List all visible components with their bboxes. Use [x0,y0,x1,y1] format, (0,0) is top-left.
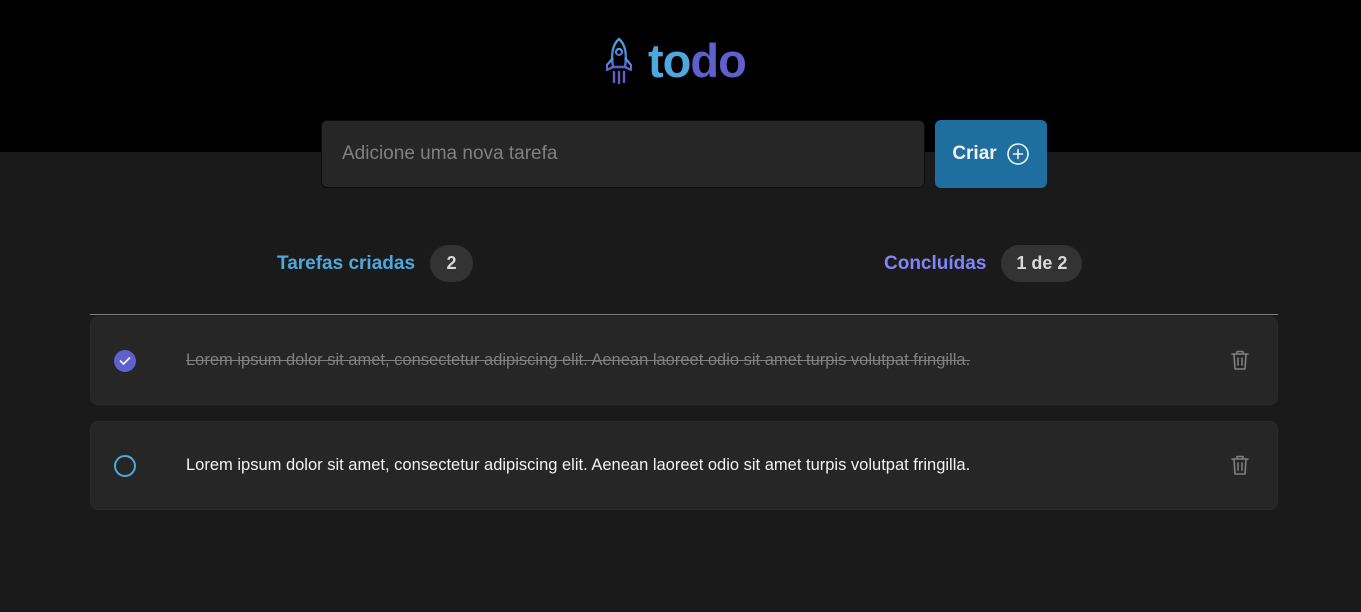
logo-text: to do [648,34,747,87]
task-text: Lorem ipsum dolor sit amet, consectetur … [186,456,971,474]
list-divider [90,314,1278,315]
check-icon [119,357,131,365]
task-checkbox-checked[interactable] [114,350,136,372]
created-tasks-counter: Tarefas criadas 2 [277,245,474,282]
created-tasks-label: Tarefas criadas [277,252,416,274]
task-checkbox-unchecked[interactable] [114,455,136,477]
create-task-button[interactable]: Criar [935,120,1047,188]
new-task-form: Criar [321,120,1047,188]
logo-text-do: do [690,34,746,87]
completed-tasks-label: Concluídas [884,252,987,274]
task-item: Lorem ipsum dolor sit amet, consectetur … [90,421,1278,510]
task-item: Lorem ipsum dolor sit amet, consectetur … [90,316,1278,405]
created-tasks-badge: 2 [430,245,474,282]
task-text: Lorem ipsum dolor sit amet, consectetur … [186,351,971,369]
app-logo: to do [604,34,747,87]
completed-tasks-counter: Concluídas 1 de 2 [884,245,1083,282]
plus-circle-icon [1006,143,1029,165]
trash-icon[interactable] [1230,349,1250,371]
trash-icon[interactable] [1230,454,1250,476]
completed-tasks-badge: 1 de 2 [1001,245,1083,282]
rocket-icon [605,37,633,85]
logo-text-to: to [648,34,691,87]
create-button-label: Criar [952,143,997,164]
new-task-input[interactable] [321,120,925,188]
